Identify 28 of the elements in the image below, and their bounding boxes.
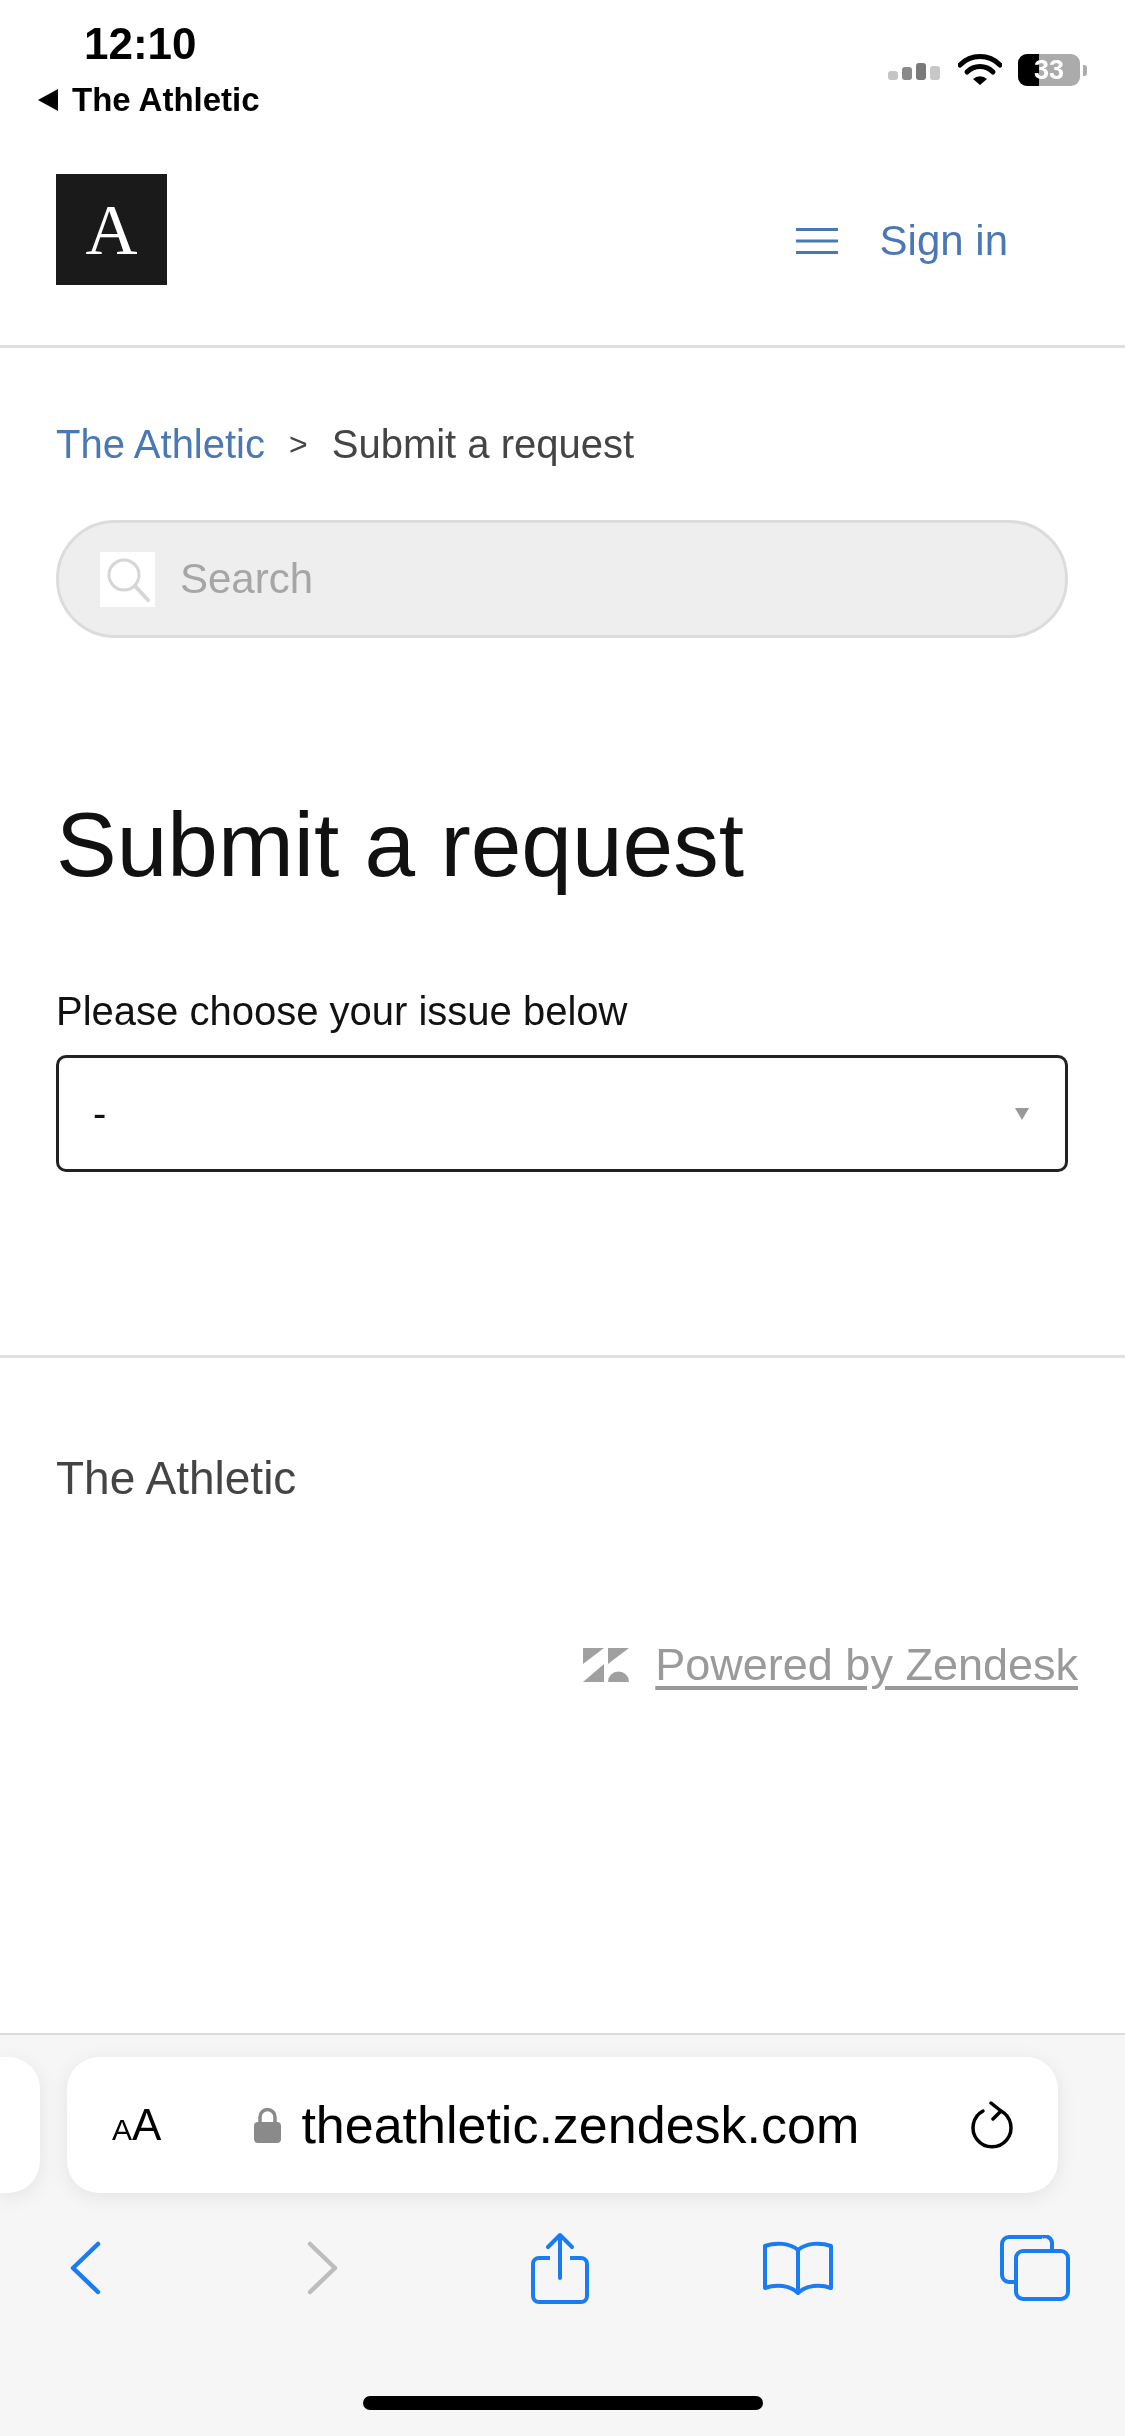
url-text: theathletic.zendesk.com — [301, 2095, 860, 2155]
status-time: 12:10 — [84, 18, 197, 70]
address-bar[interactable]: AA theathletic.zendesk.com — [67, 2057, 1058, 2193]
lock-icon — [254, 2107, 282, 2143]
footer-brand: The Athletic — [56, 1452, 298, 1504]
reload-icon[interactable] — [969, 2101, 1015, 2149]
breadcrumb-current: Submit a request — [331, 421, 635, 468]
issue-label: Please choose your issue below — [56, 989, 629, 1033]
zendesk-logo-icon — [583, 1648, 630, 1682]
page-title: Submit a request — [56, 795, 745, 895]
sign-in-link[interactable]: Sign in — [879, 215, 1008, 266]
breadcrumb-separator: > — [289, 425, 308, 464]
issue-select[interactable]: - — [56, 1055, 1068, 1172]
wifi-icon — [958, 54, 1002, 86]
share-icon[interactable] — [531, 2232, 589, 2304]
back-to-app-link[interactable]: The Athletic — [72, 80, 260, 120]
site-logo[interactable]: A — [56, 174, 167, 285]
menu-icon[interactable] — [795, 225, 838, 256]
search-field[interactable]: Search — [56, 520, 1068, 638]
back-icon[interactable] — [69, 2241, 101, 2295]
signal-icon — [888, 60, 942, 80]
tabs-icon[interactable] — [1000, 2235, 1070, 2301]
text-size-button[interactable]: AA — [112, 2103, 162, 2147]
search-icon — [100, 552, 155, 607]
back-triangle-icon[interactable] — [38, 89, 58, 111]
book-icon[interactable] — [761, 2240, 834, 2296]
caret-icon — [1015, 1107, 1029, 1120]
breadcrumb-link[interactable]: The Athletic — [56, 420, 265, 468]
